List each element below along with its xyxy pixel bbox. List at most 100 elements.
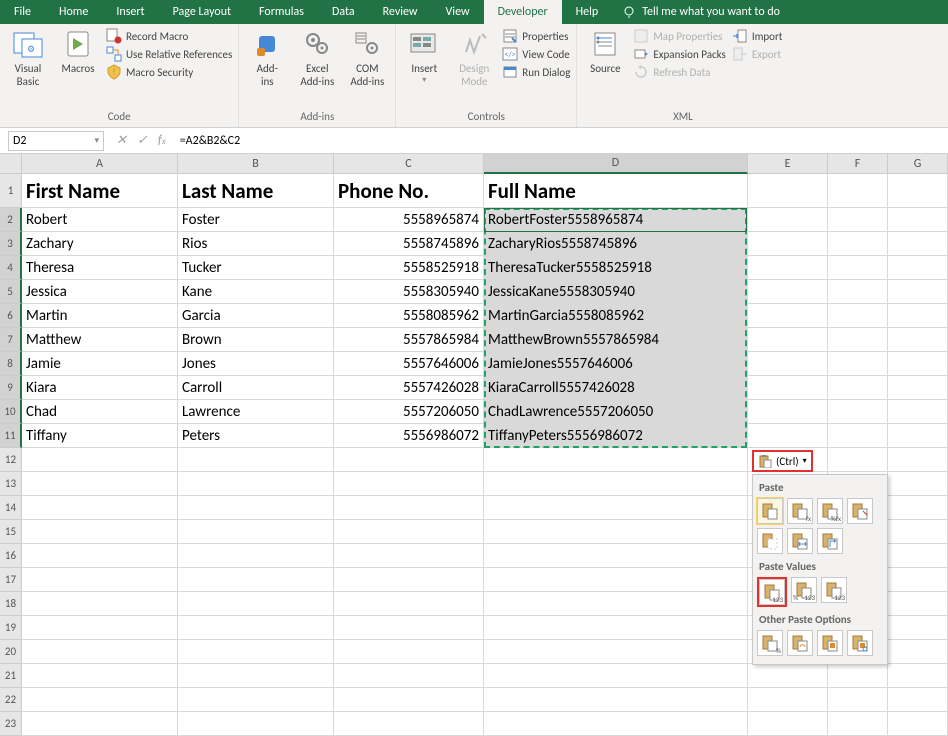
- paste-values-numfmt-button[interactable]: %123: [791, 577, 817, 603]
- row-header-11[interactable]: 11: [0, 424, 22, 448]
- row-header-10[interactable]: 10: [0, 400, 22, 424]
- row-header-1[interactable]: 1: [0, 174, 22, 208]
- tab-formulas[interactable]: Formulas: [245, 0, 318, 24]
- row-header-23[interactable]: 23: [0, 712, 22, 736]
- cell[interactable]: [828, 352, 888, 376]
- cell[interactable]: Robert: [22, 208, 178, 232]
- cell[interactable]: 5556986072: [334, 424, 484, 448]
- cell[interactable]: [334, 520, 484, 544]
- cell[interactable]: [22, 712, 178, 736]
- paste-values-srcfmt-button[interactable]: 123: [821, 577, 847, 603]
- cell[interactable]: [828, 688, 888, 712]
- formula-input[interactable]: =A2&B2&C2: [174, 134, 948, 148]
- cell[interactable]: [748, 664, 828, 688]
- cell[interactable]: Theresa: [22, 256, 178, 280]
- cell[interactable]: [888, 400, 948, 424]
- cell[interactable]: Rios: [178, 232, 334, 256]
- cell[interactable]: [828, 400, 888, 424]
- cell[interactable]: RobertFoster5558965874: [484, 208, 748, 232]
- cell[interactable]: [334, 712, 484, 736]
- cell[interactable]: [178, 616, 334, 640]
- cell[interactable]: [888, 640, 948, 664]
- cell[interactable]: JamieJones5557646006: [484, 352, 748, 376]
- column-header-F[interactable]: F: [828, 154, 888, 174]
- cell[interactable]: Zachary: [22, 232, 178, 256]
- tab-insert[interactable]: Insert: [102, 0, 158, 24]
- cell[interactable]: [748, 712, 828, 736]
- run-dialog-button[interactable]: Run Dialog: [502, 64, 570, 80]
- cell[interactable]: JessicaKane5558305940: [484, 280, 748, 304]
- cell[interactable]: 5558525918: [334, 256, 484, 280]
- cell[interactable]: [22, 448, 178, 472]
- cell[interactable]: [828, 304, 888, 328]
- view-code-button[interactable]: </>View Code: [502, 46, 570, 62]
- cell[interactable]: [828, 712, 888, 736]
- cell[interactable]: [22, 496, 178, 520]
- cell[interactable]: Last Name: [178, 174, 334, 208]
- tab-help[interactable]: Help: [562, 0, 613, 24]
- macros-button[interactable]: Macros: [56, 26, 100, 77]
- cell[interactable]: [828, 174, 888, 208]
- addins-button[interactable]: Add- ins: [245, 26, 289, 90]
- column-header-C[interactable]: C: [334, 154, 484, 174]
- tab-data[interactable]: Data: [318, 0, 369, 24]
- cell[interactable]: 5558305940: [334, 280, 484, 304]
- cell[interactable]: [748, 424, 828, 448]
- cell[interactable]: [22, 664, 178, 688]
- cell[interactable]: MatthewBrown5557865984: [484, 328, 748, 352]
- com-addins-button[interactable]: COM Add-ins: [345, 26, 389, 90]
- cell[interactable]: [178, 448, 334, 472]
- import-button[interactable]: Import: [732, 28, 783, 44]
- cell[interactable]: [888, 568, 948, 592]
- cell[interactable]: ChadLawrence5557206050: [484, 400, 748, 424]
- column-header-G[interactable]: G: [888, 154, 948, 174]
- cell[interactable]: [334, 592, 484, 616]
- cell[interactable]: [484, 448, 748, 472]
- cell[interactable]: Brown: [178, 328, 334, 352]
- excel-addins-button[interactable]: Excel Add-ins: [295, 26, 339, 90]
- paste-values-button[interactable]: 123: [759, 579, 785, 605]
- cell[interactable]: [484, 520, 748, 544]
- paste-picture-button[interactable]: [817, 630, 843, 656]
- cell[interactable]: [888, 208, 948, 232]
- select-all-button[interactable]: [0, 154, 22, 174]
- cell[interactable]: [828, 664, 888, 688]
- cell[interactable]: [828, 256, 888, 280]
- cell[interactable]: [334, 448, 484, 472]
- relative-refs-button[interactable]: Use Relative References: [106, 46, 232, 62]
- cell[interactable]: [22, 544, 178, 568]
- cell[interactable]: [748, 280, 828, 304]
- cell[interactable]: Jamie: [22, 352, 178, 376]
- cell[interactable]: [22, 520, 178, 544]
- row-header-3[interactable]: 3: [0, 232, 22, 256]
- cell[interactable]: [748, 232, 828, 256]
- cell[interactable]: [828, 208, 888, 232]
- paste-formulas-format-button[interactable]: %fx: [817, 498, 843, 524]
- cell[interactable]: [888, 448, 948, 472]
- cell[interactable]: [178, 544, 334, 568]
- record-macro-button[interactable]: Record Macro: [106, 28, 232, 44]
- cell[interactable]: [888, 520, 948, 544]
- cell[interactable]: [178, 568, 334, 592]
- row-header-12[interactable]: 12: [0, 448, 22, 472]
- cell[interactable]: [334, 472, 484, 496]
- cell[interactable]: Foster: [178, 208, 334, 232]
- cell[interactable]: [828, 448, 888, 472]
- row-header-14[interactable]: 14: [0, 496, 22, 520]
- paste-all-button[interactable]: [757, 498, 783, 524]
- paste-column-widths-button[interactable]: [787, 528, 813, 554]
- cell[interactable]: [888, 712, 948, 736]
- cell[interactable]: 5557646006: [334, 352, 484, 376]
- cell[interactable]: [888, 328, 948, 352]
- cell[interactable]: Chad: [22, 400, 178, 424]
- row-header-5[interactable]: 5: [0, 280, 22, 304]
- row-header-20[interactable]: 20: [0, 640, 22, 664]
- paste-linked-picture-button[interactable]: [847, 630, 873, 656]
- cell[interactable]: 5557206050: [334, 400, 484, 424]
- cell[interactable]: Matthew: [22, 328, 178, 352]
- row-header-2[interactable]: 2: [0, 208, 22, 232]
- column-header-B[interactable]: B: [178, 154, 334, 174]
- paste-link-button[interactable]: [787, 630, 813, 656]
- cell[interactable]: [22, 568, 178, 592]
- cell[interactable]: [22, 640, 178, 664]
